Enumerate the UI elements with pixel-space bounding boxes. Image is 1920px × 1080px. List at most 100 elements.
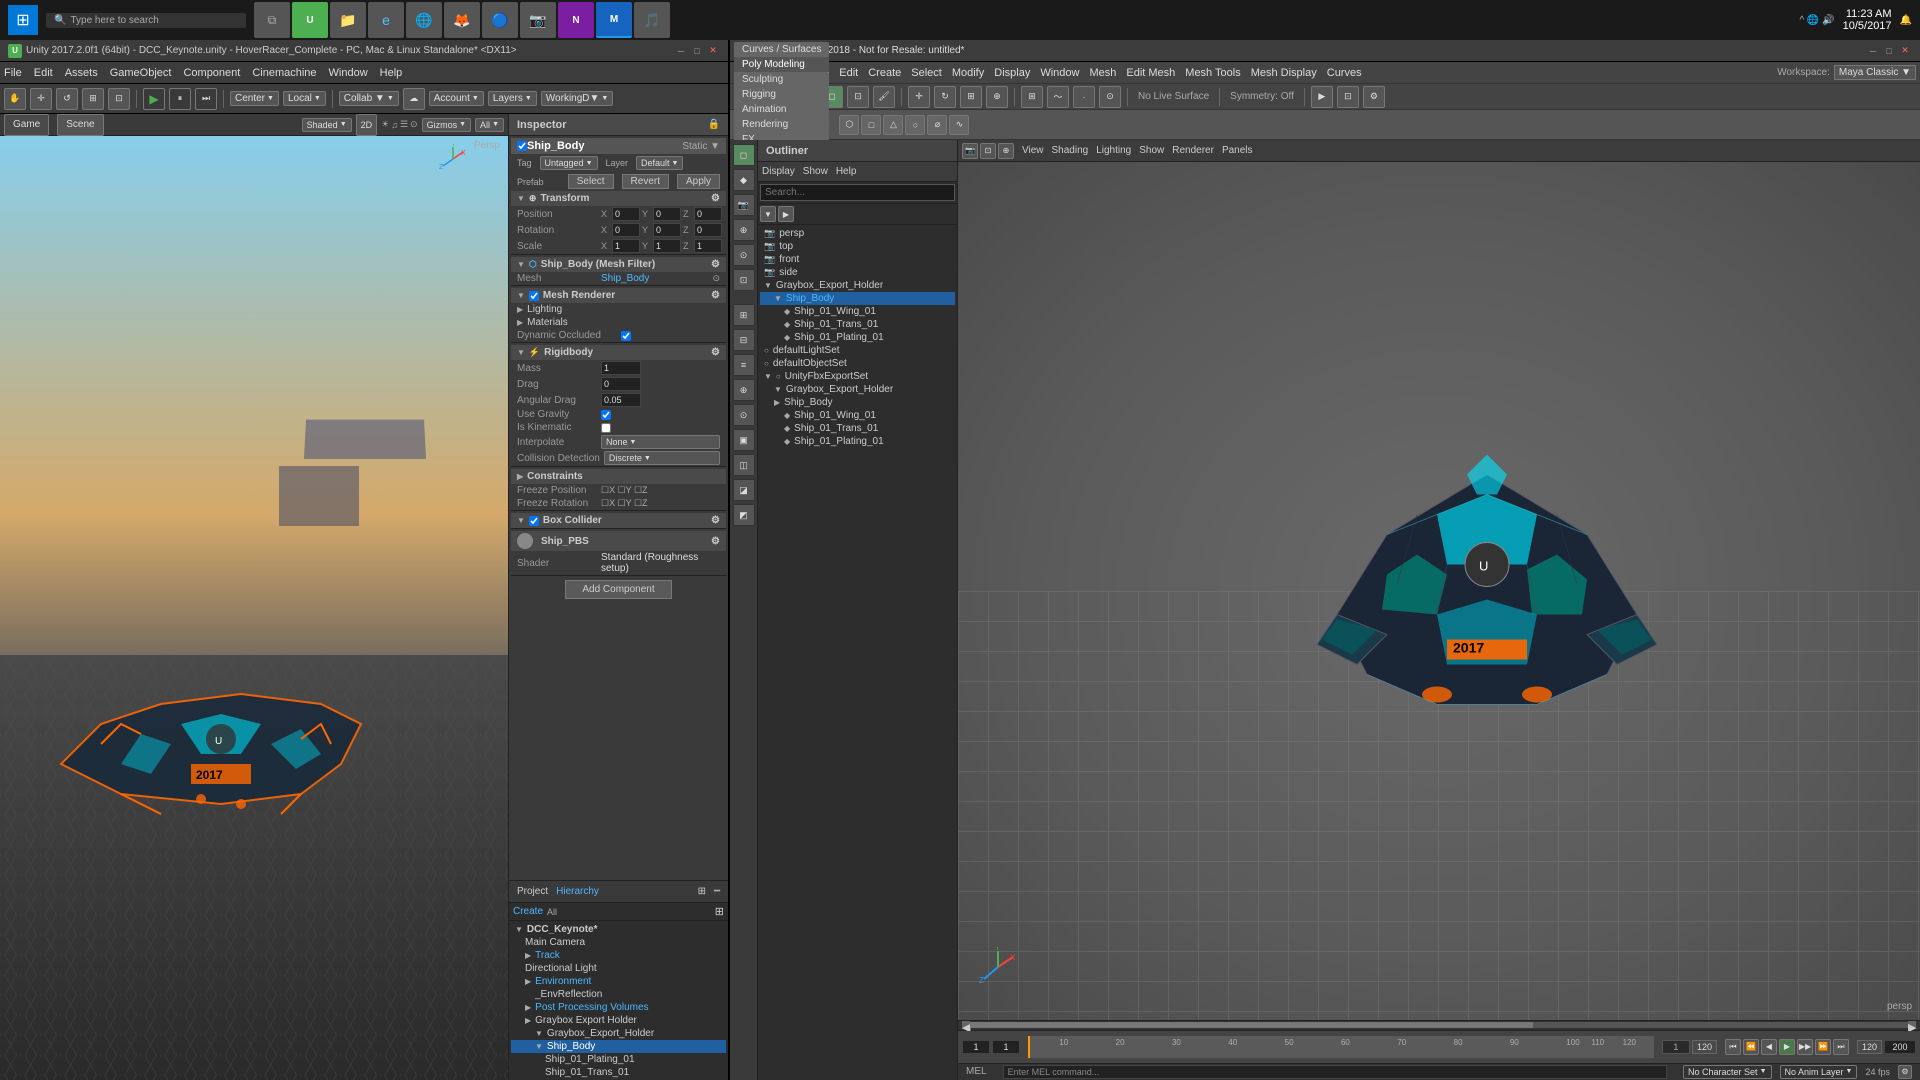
tag-dropdown[interactable]: Untagged xyxy=(540,156,598,170)
box-collider-header[interactable]: ▼ Box Collider ⚙ xyxy=(511,513,726,528)
mesh-target-icon[interactable]: ⊙ xyxy=(712,273,720,284)
unity-menu-help[interactable]: Help xyxy=(380,67,403,79)
tab-game[interactable]: Game xyxy=(4,114,49,136)
timeline-inner-start[interactable] xyxy=(1662,1040,1690,1054)
unity-menu-edit[interactable]: Edit xyxy=(34,67,53,79)
hierarchy-close[interactable]: ━ xyxy=(714,886,720,897)
shelf-tab-rigging[interactable]: Rigging xyxy=(734,87,829,102)
task-view-button[interactable]: ⧉ xyxy=(254,2,290,38)
maya-menu-select[interactable]: Select xyxy=(911,67,942,79)
mesh-renderer-lighting-row[interactable]: ▶ Lighting xyxy=(511,303,726,316)
rotation-x[interactable] xyxy=(612,223,640,237)
maya-render-btn[interactable]: ▶ xyxy=(1311,86,1333,108)
maya-close-button[interactable]: ✕ xyxy=(1898,44,1912,58)
maya-left-tool-8[interactable]: ⊟ xyxy=(733,329,755,351)
maya-menu-mesh[interactable]: Mesh xyxy=(1089,67,1116,79)
hier-graybox-export-holder[interactable]: ▼ Graybox_Export_Holder xyxy=(511,1027,726,1040)
unity-account-dropdown[interactable]: Account xyxy=(429,91,484,106)
outliner-ship-plating2[interactable]: ◆ Ship_01_Plating_01 xyxy=(760,435,955,448)
position-x[interactable] xyxy=(612,207,640,221)
mesh-filter-gear[interactable]: ⚙ xyxy=(711,259,720,270)
maya-menu-create[interactable]: Create xyxy=(868,67,901,79)
is-kinematic-checkbox[interactable] xyxy=(601,423,611,433)
shelf-tool-6[interactable]: ∿ xyxy=(949,115,969,135)
outliner-collapse-btn[interactable]: ▶ xyxy=(778,206,794,222)
file-explorer-app[interactable]: 📁 xyxy=(330,2,366,38)
maya-left-paint-tool[interactable]: ◆ xyxy=(733,169,755,191)
unity-menu-cinemachine[interactable]: Cinemachine xyxy=(252,67,316,79)
unity-rect-tool[interactable]: ⊡ xyxy=(108,88,130,110)
no-anim-layer-dropdown[interactable]: No Anim Layer xyxy=(1780,1065,1858,1079)
maya-snap-curve-btn[interactable]: 〜 xyxy=(1047,86,1069,108)
vp-renderer-menu[interactable]: Renderer xyxy=(1172,145,1214,156)
unity-menu-assets[interactable]: Assets xyxy=(65,67,98,79)
outliner-graybox-holder2[interactable]: ▼ Graybox_Export_Holder xyxy=(760,383,955,396)
maya-left-tool-13[interactable]: ◫ xyxy=(733,454,755,476)
scale-z[interactable] xyxy=(694,239,722,253)
hierarchy-create-button[interactable]: Create xyxy=(513,906,543,917)
outliner-search-input[interactable] xyxy=(760,184,955,201)
outliner-ship-wing[interactable]: ◆ Ship_01_Wing_01 xyxy=(760,305,955,318)
outliner-top[interactable]: 📷 top xyxy=(760,240,955,253)
maya-universal-btn[interactable]: ⊕ xyxy=(986,86,1008,108)
maya-left-tool-10[interactable]: ⊕ xyxy=(733,379,755,401)
timeline-range-start[interactable] xyxy=(962,1040,990,1054)
scale-x[interactable] xyxy=(612,239,640,253)
hier-post-processing[interactable]: ▶ Post Processing Volumes xyxy=(511,1001,726,1014)
maya-left-tool-14[interactable]: ◪ xyxy=(733,479,755,501)
tl-next-frame-btn[interactable]: ▶▶ xyxy=(1797,1039,1813,1055)
maya-minimize-button[interactable]: ─ xyxy=(1866,44,1880,58)
prefab-select-button[interactable]: Select xyxy=(568,174,614,189)
box-collider-enabled[interactable] xyxy=(529,516,539,526)
unity-minimize-button[interactable]: ─ xyxy=(674,44,688,58)
ie-app[interactable]: 🌐 xyxy=(406,2,442,38)
hier-main-camera[interactable]: Main Camera xyxy=(511,936,726,949)
mel-input[interactable]: Enter MEL command... xyxy=(1003,1065,1667,1079)
maya-maximize-button[interactable]: □ xyxy=(1882,44,1896,58)
inspector-active-checkbox[interactable] xyxy=(517,141,527,151)
tab-scene[interactable]: Scene xyxy=(57,114,103,136)
audio-app[interactable]: 🎵 xyxy=(634,2,670,38)
search-bar[interactable]: 🔍 Type here to search xyxy=(46,13,246,28)
maya-rotate-btn[interactable]: ↻ xyxy=(934,86,956,108)
hier-ship-plating[interactable]: Ship_01_Plating_01 xyxy=(511,1053,726,1066)
vp-lighting-menu[interactable]: Lighting xyxy=(1096,145,1131,156)
hier-env-reflection[interactable]: _EnvReflection xyxy=(511,988,726,1001)
box-collider-gear[interactable]: ⚙ xyxy=(711,515,720,526)
maya-scale-btn[interactable]: ⊞ xyxy=(960,86,982,108)
maya-menu-mesh-tools[interactable]: Mesh Tools xyxy=(1185,67,1240,79)
unity-taskbar-app[interactable]: U xyxy=(292,2,328,38)
maya-ipr-btn[interactable]: ⊡ xyxy=(1337,86,1359,108)
unity-layout-dropdown[interactable]: WorkingD▼ xyxy=(541,91,614,106)
firefox-app[interactable]: 🦊 xyxy=(444,2,480,38)
maya-menu-display[interactable]: Display xyxy=(994,67,1030,79)
shelf-tab-poly-modeling[interactable]: Poly Modeling xyxy=(734,57,829,72)
timeline-playhead[interactable] xyxy=(1028,1036,1030,1058)
vp-panels-menu[interactable]: Panels xyxy=(1222,145,1253,156)
position-y[interactable] xyxy=(653,207,681,221)
outliner-graybox-holder[interactable]: ▼ Graybox_Export_Holder xyxy=(760,279,955,292)
unity-pause-button[interactable]: ⏸ xyxy=(169,88,191,110)
unity-menu-gameobject[interactable]: GameObject xyxy=(110,67,172,79)
workspace-dropdown[interactable]: Maya Classic ▼ xyxy=(1834,65,1916,80)
notification-button[interactable]: 🔔 xyxy=(1900,15,1912,26)
maya-render-settings-btn[interactable]: ⚙ xyxy=(1363,86,1385,108)
scene-2d-toggle[interactable]: 2D xyxy=(356,114,378,136)
shelf-tab-rendering[interactable]: Rendering xyxy=(734,117,829,132)
hierarchy-tab[interactable]: Hierarchy xyxy=(556,886,599,897)
maya-left-camera-tool[interactable]: 📷 xyxy=(733,194,755,216)
maya-left-tool-6[interactable]: ⊡ xyxy=(733,269,755,291)
vp-icon-3[interactable]: ⊕ xyxy=(998,143,1014,159)
mesh-renderer-header[interactable]: ▼ Mesh Renderer ⚙ xyxy=(511,288,726,303)
mesh-renderer-enabled[interactable] xyxy=(529,291,539,301)
tl-go-start-btn[interactable]: ⏮ xyxy=(1725,1039,1741,1055)
no-char-set-dropdown[interactable]: No Character Set xyxy=(1683,1065,1771,1079)
unity-collab-button[interactable]: Collab ▼ xyxy=(339,91,399,106)
unity-close-button[interactable]: ✕ xyxy=(706,44,720,58)
use-gravity-checkbox[interactable] xyxy=(601,410,611,420)
hier-dir-light[interactable]: Directional Light xyxy=(511,962,726,975)
hier-ship-trans[interactable]: Ship_01_Trans_01 xyxy=(511,1066,726,1079)
unity-menu-component[interactable]: Component xyxy=(183,67,240,79)
maya-left-select-tool[interactable]: ◻ xyxy=(733,144,755,166)
material-header[interactable]: Ship_PBS ⚙ xyxy=(511,531,726,551)
